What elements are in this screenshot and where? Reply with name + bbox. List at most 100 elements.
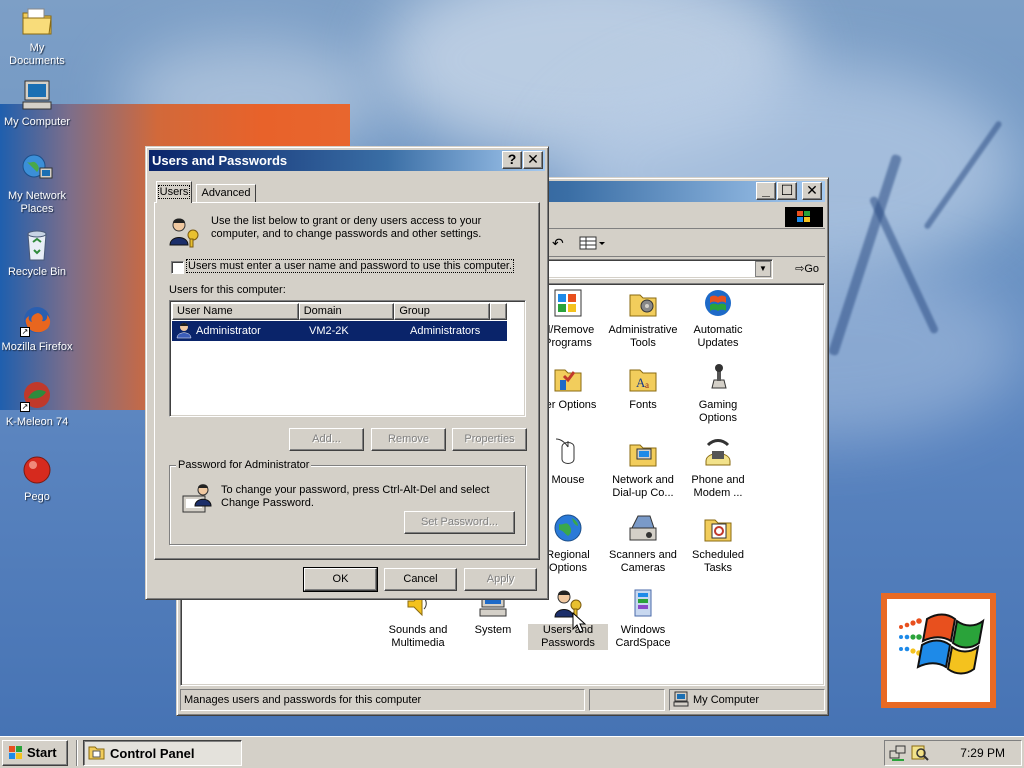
users-list[interactable]: User Name Domain Group Administrator VM2… [169,300,526,417]
go-arrow-icon: ⇨ [795,263,805,275]
ok-button[interactable]: OK [303,567,378,592]
dialog-title: Users and Passwords [152,153,288,168]
desktop-icon-my-network-places[interactable]: My Network Places [0,152,74,216]
k-meleon-icon: ↗ [20,378,54,412]
desktop-icon-k-meleon[interactable]: ↗ K-Meleon 74 [0,378,74,429]
start-label: Start [27,745,57,760]
users-passwords-dialog[interactable]: Users and Passwords ? ✕ Users Advanced U… [145,146,549,600]
regional-options-icon [552,512,584,544]
column-header-user-name[interactable]: User Name [172,303,299,320]
apply-button[interactable]: Apply [464,568,537,591]
scanners-cameras-icon [627,512,659,544]
svg-text:a: a [645,380,649,390]
properties-button[interactable]: Properties [452,428,527,451]
minimize-button[interactable]: _ [756,182,776,200]
set-password-button[interactable]: Set Password... [404,511,515,534]
tab-users[interactable]: Users [156,181,192,203]
address-dropdown-button[interactable]: ▼ [755,261,771,277]
mouse-cursor [572,611,587,634]
tab-label: Users [157,185,191,199]
status-text: Manages users and passwords for this com… [180,689,585,711]
desktop-icon-label: Mozilla Firefox [1,341,73,353]
status-bar: Manages users and passwords for this com… [180,689,825,713]
column-header-filler [489,303,507,320]
cp-item-automatic-updates[interactable]: Automatic Updates [678,287,758,350]
taskbar-control-panel-button[interactable]: Control Panel [83,740,242,766]
network-tray-icon[interactable] [889,745,907,764]
dialog-titlebar[interactable]: Users and Passwords [149,150,545,171]
cp-item-label: Phone and Modem ... [691,474,745,499]
cp-item-label: System [474,624,512,636]
automatic-updates-icon [702,287,734,319]
gaming-options-icon [702,362,734,394]
recycle-bin-icon [20,228,54,262]
cancel-button[interactable]: Cancel [384,568,457,591]
status-zone: My Computer [669,689,825,711]
intro-text: Use the list below to grant or deny user… [211,215,482,240]
cell-user: Administrator [196,325,261,337]
desktop-icon-my-documents[interactable]: My Documents [0,4,74,68]
pego-icon [20,453,54,487]
windows-throbber-icon [785,207,823,227]
cell-domain: VM2-2K [309,325,349,337]
user-icon [172,321,196,342]
table-row[interactable]: Administrator VM2-2K Administrators [172,321,507,341]
cp-item-scheduled-tasks[interactable]: Scheduled Tasks [678,512,758,575]
close-button[interactable]: ✕ [523,151,543,169]
taskbar-separator [76,740,78,766]
folder-options-icon [552,362,584,394]
start-button[interactable]: Start [2,740,68,766]
status-pane [589,689,665,711]
desktop-icon-label: Pego [24,491,50,503]
cp-item-phone-modem[interactable]: Phone and Modem ... [678,437,758,500]
column-header-domain[interactable]: Domain [298,303,395,320]
help-button[interactable]: ? [502,151,522,169]
fonts-icon: Aa [627,362,659,394]
cp-item-label: Users and Passwords [528,624,608,650]
search-tray-icon[interactable] [911,745,929,764]
close-button[interactable]: ✕ [802,182,822,200]
maximize-button[interactable]: ☐ [777,182,797,200]
cp-item-label: Windows CardSpace [615,624,671,649]
password-group-label: Password for Administrator [176,459,312,471]
require-login-checkbox[interactable] [171,261,184,274]
desktop-icon-label: My Computer [3,116,71,128]
tab-advanced[interactable]: Advanced [196,184,256,203]
desktop-icon-mozilla-firefox[interactable]: ↗ Mozilla Firefox [0,303,74,354]
go-button[interactable]: ⇨Go [795,262,819,275]
mouse-icon [552,437,584,469]
cp-item-fonts[interactable]: Aa Fonts [603,362,683,412]
cp-item-administrative-tools[interactable]: Administrative Tools [603,287,683,350]
desktop-icon-my-computer[interactable]: My Computer [0,78,74,129]
cp-item-windows-cardspace[interactable]: Windows CardSpace [603,587,683,650]
cp-item-label: Administrative Tools [608,324,678,349]
windows-flag-icon [7,745,24,768]
desktop-icon-pego[interactable]: Pego [0,453,74,504]
add-button[interactable]: Add... [289,428,364,451]
cell-group: Administrators [410,325,481,337]
add-remove-programs-icon [552,287,584,319]
desktop-icon-label: My Network Places [7,190,67,215]
network-dialup-icon [627,437,659,469]
administrative-tools-icon [627,287,659,319]
desktop-icon-recycle-bin[interactable]: Recycle Bin [0,228,74,279]
views-icon[interactable] [578,234,606,252]
folder-documents-icon [20,4,54,38]
cp-item-gaming-options[interactable]: Gaming Options [678,362,758,425]
computer-user-icon [181,482,215,516]
tab-label: Advanced [201,187,251,199]
desktop-icon-label: Recycle Bin [7,266,67,278]
cp-item-network-dialup[interactable]: Network and Dial-up Co... [603,437,683,500]
system-tray: 7:29 PM [884,740,1022,766]
clock[interactable]: 7:29 PM [960,746,1005,760]
remove-button[interactable]: Remove [371,428,446,451]
history-icon[interactable]: ↶ [552,235,564,252]
cp-item-label: Sounds and Multimedia [388,624,448,649]
cp-item-label: Network and Dial-up Co... [612,474,674,499]
require-login-label[interactable]: Users must enter a user name and passwor… [185,259,515,273]
cp-item-scanners-cameras[interactable]: Scanners and Cameras [603,512,683,575]
users-keys-icon [167,215,201,249]
column-header-group[interactable]: Group [394,303,490,320]
windows-cardspace-icon [627,587,659,619]
tab-page: Use the list below to grant or deny user… [154,202,540,560]
